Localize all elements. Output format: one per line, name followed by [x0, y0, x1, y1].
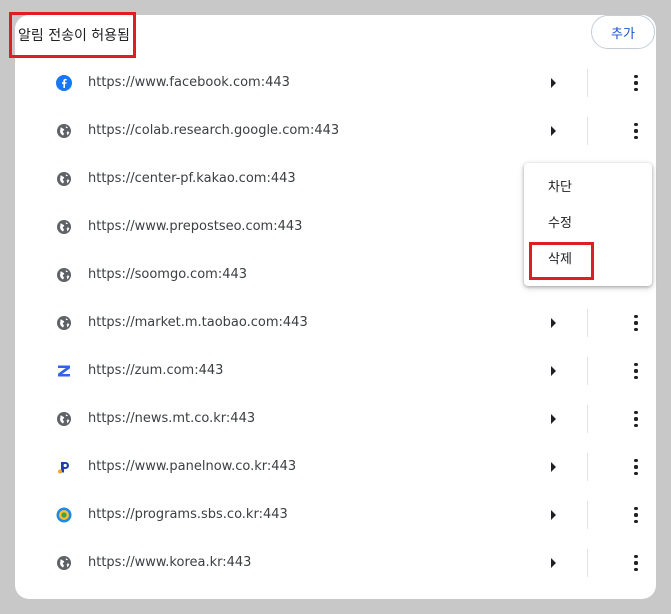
- divider: [587, 117, 588, 145]
- more-actions-button[interactable]: [626, 312, 646, 334]
- globe-icon: [56, 315, 72, 331]
- site-url: https://colab.research.google.com:443: [88, 123, 340, 138]
- more-actions-button[interactable]: [626, 552, 646, 574]
- site-url: https://programs.sbs.co.kr:443: [88, 507, 288, 522]
- expand-arrow-icon[interactable]: [551, 558, 556, 568]
- sbs-icon: [56, 507, 72, 523]
- menu-item-block-label: 차단: [548, 180, 572, 195]
- more-actions-button[interactable]: [626, 504, 646, 526]
- globe-icon: [56, 555, 72, 571]
- globe-icon: [56, 171, 72, 187]
- more-actions-button[interactable]: [626, 408, 646, 430]
- site-row-sbs[interactable]: https://programs.sbs.co.kr:443: [15, 491, 656, 539]
- expand-arrow-icon[interactable]: [551, 318, 556, 328]
- site-row-zum[interactable]: https://zum.com:443: [15, 347, 656, 395]
- divider: [587, 501, 588, 529]
- panelnow-icon: [56, 459, 72, 475]
- more-actions-button[interactable]: [626, 120, 646, 142]
- section-title: 알림 전송이 허용됨: [9, 12, 136, 58]
- site-row-facebook[interactable]: https://www.facebook.com:443: [15, 59, 656, 107]
- delete-highlight-box: [529, 242, 594, 280]
- site-row-panelnow[interactable]: https://www.panelnow.co.kr:443: [15, 443, 656, 491]
- facebook-icon: [56, 75, 72, 91]
- site-url: https://www.prepostseo.com:443: [88, 219, 303, 234]
- expand-arrow-icon[interactable]: [551, 126, 556, 136]
- site-row-korea[interactable]: https://www.korea.kr:443: [15, 539, 656, 587]
- add-button-label: 추가: [611, 26, 635, 42]
- more-actions-button[interactable]: [626, 72, 646, 94]
- zum-icon: [56, 363, 72, 379]
- expand-arrow-icon[interactable]: [551, 414, 556, 424]
- site-url: https://www.facebook.com:443: [88, 75, 290, 90]
- site-row-colab[interactable]: https://colab.research.google.com:443: [15, 107, 656, 155]
- divider: [587, 309, 588, 337]
- expand-arrow-icon[interactable]: [551, 366, 556, 376]
- section-title-text: 알림 전송이 허용됨: [18, 28, 130, 44]
- site-url: https://news.mt.co.kr:443: [88, 411, 256, 426]
- divider: [587, 69, 588, 97]
- menu-item-block[interactable]: 차단: [524, 170, 652, 206]
- globe-icon: [56, 123, 72, 139]
- context-menu: 차단 수정 삭제: [524, 163, 652, 286]
- divider: [587, 405, 588, 433]
- expand-arrow-icon[interactable]: [551, 78, 556, 88]
- site-row-taobao[interactable]: https://market.m.taobao.com:443: [15, 299, 656, 347]
- site-url: https://center-pf.kakao.com:443: [88, 171, 296, 186]
- menu-item-edit[interactable]: 수정: [524, 206, 652, 242]
- divider: [587, 453, 588, 481]
- site-row-mt[interactable]: https://news.mt.co.kr:443: [15, 395, 656, 443]
- site-url: https://soomgo.com:443: [88, 267, 248, 282]
- divider: [587, 357, 588, 385]
- expand-arrow-icon[interactable]: [551, 462, 556, 472]
- site-url: https://zum.com:443: [88, 363, 224, 378]
- add-button[interactable]: 추가: [591, 15, 655, 49]
- menu-item-edit-label: 수정: [548, 216, 572, 231]
- divider: [587, 549, 588, 577]
- more-actions-button[interactable]: [626, 456, 646, 478]
- globe-icon: [56, 411, 72, 427]
- globe-icon: [56, 219, 72, 235]
- expand-arrow-icon[interactable]: [551, 510, 556, 520]
- site-url: https://www.korea.kr:443: [88, 555, 252, 570]
- more-actions-button[interactable]: [626, 360, 646, 382]
- site-url: https://www.panelnow.co.kr:443: [88, 459, 297, 474]
- globe-icon: [56, 267, 72, 283]
- site-url: https://market.m.taobao.com:443: [88, 315, 308, 330]
